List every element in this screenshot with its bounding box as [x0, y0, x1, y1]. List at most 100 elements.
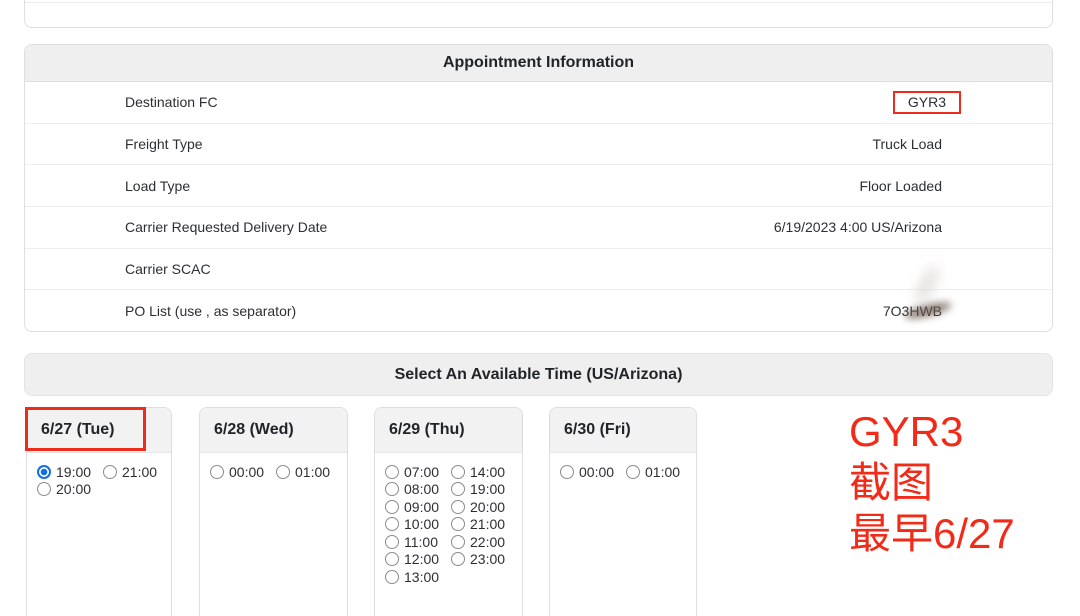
annotation-text: GYR3 截图 最早6/27	[849, 406, 1015, 559]
time-option[interactable]: 01:00	[626, 463, 692, 481]
day-body: 00:00 01:00	[200, 453, 347, 481]
radio-button[interactable]	[385, 500, 399, 514]
time-option-label: 07:00	[404, 464, 439, 480]
time-option-label: 08:00	[404, 481, 439, 497]
radio-button-selected[interactable]	[37, 465, 51, 479]
row-label: PO List (use , as separator)	[125, 303, 296, 319]
time-option[interactable]: 07:00	[385, 463, 451, 481]
highlight-box-date-6-27	[25, 407, 146, 451]
time-option-label: 00:00	[579, 464, 614, 480]
day-body: 00:00 01:00	[550, 453, 696, 481]
time-options: 00:00 01:00	[210, 463, 347, 481]
time-option[interactable]: 00:00	[210, 463, 276, 481]
row-freight-type: Freight Type Truck Load	[25, 124, 1052, 166]
time-option[interactable]: 14:00	[451, 463, 517, 481]
row-value: Truck Load	[872, 136, 942, 152]
radio-button[interactable]	[103, 465, 117, 479]
time-option[interactable]: 20:00	[37, 481, 103, 499]
time-option-label: 12:00	[404, 551, 439, 567]
radio-button[interactable]	[451, 500, 465, 514]
time-option[interactable]: 00:00	[560, 463, 626, 481]
row-divider	[25, 2, 1052, 3]
time-option[interactable]: 08:00	[385, 481, 451, 499]
time-option[interactable]: 19:00	[37, 463, 103, 481]
radio-button[interactable]	[451, 535, 465, 549]
time-option[interactable]: 20:00	[451, 498, 517, 516]
row-destination-fc: Destination FC GYR3	[25, 82, 1052, 124]
time-option[interactable]: 23:00	[451, 551, 517, 569]
radio-button[interactable]	[385, 535, 399, 549]
row-label: Freight Type	[125, 136, 203, 152]
radio-button[interactable]	[385, 465, 399, 479]
day-header-6-28: 6/28 (Wed)	[200, 408, 347, 453]
highlight-box-destination-fc: GYR3	[893, 91, 961, 114]
row-label: Carrier SCAC	[125, 261, 211, 277]
appointment-information-card: Appointment Information Destination FC G…	[24, 44, 1053, 332]
row-value: GYR3	[908, 94, 946, 110]
row-po-list: PO List (use , as separator) 7O3HWB	[25, 290, 1052, 331]
time-options: 00:00 01:00	[560, 463, 696, 481]
time-option[interactable]: 11:00	[385, 533, 451, 551]
time-option[interactable]: 12:00	[385, 551, 451, 569]
time-option[interactable]: 21:00	[451, 516, 517, 534]
annotation-line-2: 截图	[849, 457, 1015, 508]
radio-button[interactable]	[385, 552, 399, 566]
time-option-label: 20:00	[470, 499, 505, 515]
time-option-label: 23:00	[470, 551, 505, 567]
radio-button[interactable]	[37, 482, 51, 496]
time-option-label: 21:00	[470, 516, 505, 532]
day-card-6-29: 6/29 (Thu) 07:00 08:00 09:00 10:00	[374, 407, 523, 616]
row-label: Destination FC	[125, 94, 218, 110]
day-body: 19:00 20:00 21:00	[27, 453, 171, 498]
row-load-type: Load Type Floor Loaded	[25, 165, 1052, 207]
time-options: 19:00 20:00 21:00	[37, 463, 171, 498]
time-option[interactable]: 22:00	[451, 533, 517, 551]
time-option-label: 13:00	[404, 569, 439, 585]
time-option-label: 00:00	[229, 464, 264, 480]
row-label: Carrier Requested Delivery Date	[125, 219, 327, 235]
radio-button[interactable]	[451, 465, 465, 479]
time-option-label: 19:00	[470, 481, 505, 497]
time-option-label: 01:00	[295, 464, 330, 480]
day-header-6-29: 6/29 (Thu)	[375, 408, 522, 453]
annotation-line-3: 最早6/27	[849, 508, 1015, 559]
radio-button[interactable]	[385, 517, 399, 531]
appointment-rows: Destination FC GYR3 Freight Type Truck L…	[25, 82, 1052, 331]
radio-button[interactable]	[451, 517, 465, 531]
row-value: 6/19/2023 4:00 US/Arizona	[774, 219, 942, 235]
time-option[interactable]: 09:00	[385, 498, 451, 516]
radio-button[interactable]	[451, 482, 465, 496]
row-carrier-scac: Carrier SCAC	[25, 249, 1052, 291]
radio-button[interactable]	[451, 552, 465, 566]
radio-button[interactable]	[626, 465, 640, 479]
row-carrier-requested-delivery-date: Carrier Requested Delivery Date 6/19/202…	[25, 207, 1052, 249]
time-option-label: 10:00	[404, 516, 439, 532]
row-value: Floor Loaded	[859, 178, 942, 194]
previous-table-partial	[24, 0, 1053, 28]
radio-button[interactable]	[276, 465, 290, 479]
appointment-information-title: Appointment Information	[25, 45, 1052, 82]
time-option-label: 01:00	[645, 464, 680, 480]
day-body: 07:00 08:00 09:00 10:00 11:00	[375, 453, 522, 586]
radio-button[interactable]	[560, 465, 574, 479]
time-option[interactable]: 21:00	[103, 463, 169, 481]
row-label: Load Type	[125, 178, 190, 194]
time-option[interactable]: 19:00	[451, 481, 517, 499]
time-option[interactable]: 01:00	[276, 463, 342, 481]
day-card-6-30: 6/30 (Fri) 00:00 01:00	[549, 407, 697, 616]
select-time-section-header: Select An Available Time (US/Arizona)	[24, 353, 1053, 396]
radio-button[interactable]	[210, 465, 224, 479]
time-option[interactable]: 10:00	[385, 516, 451, 534]
time-option-label: 19:00	[56, 464, 91, 480]
annotation-line-1: GYR3	[849, 406, 1015, 457]
time-option-label: 22:00	[470, 534, 505, 550]
time-option-label: 20:00	[56, 481, 91, 497]
time-options: 07:00 08:00 09:00 10:00 11:00	[385, 463, 522, 586]
time-option-label: 11:00	[404, 534, 438, 550]
time-option-label: 14:00	[470, 464, 505, 480]
radio-button[interactable]	[385, 482, 399, 496]
time-option-label: 09:00	[404, 499, 439, 515]
appointment-page: Appointment Information Destination FC G…	[0, 0, 1080, 616]
radio-button[interactable]	[385, 570, 399, 584]
time-option[interactable]: 13:00	[385, 568, 451, 586]
